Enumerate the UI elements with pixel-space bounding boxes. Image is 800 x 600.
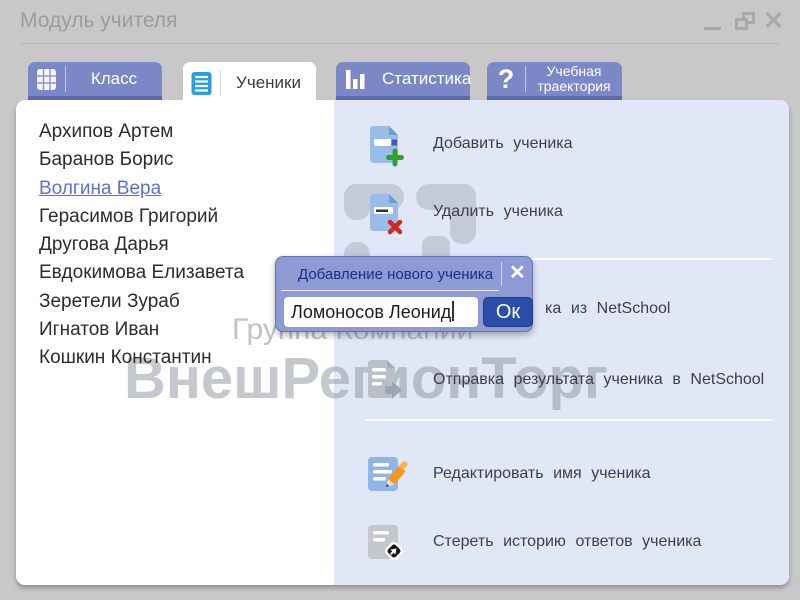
tab-trajectory[interactable]: ? Учебная траектория xyxy=(487,62,622,100)
tab-class-label: Класс xyxy=(74,69,154,89)
tab-separator xyxy=(525,66,526,92)
tab-statistics-label: Статистика xyxy=(382,69,471,89)
list-item[interactable]: Архипов Артем xyxy=(39,118,244,146)
close-icon[interactable]: ✕ xyxy=(763,8,784,34)
actions-divider xyxy=(365,419,772,421)
student-list: Архипов Артем Баранов Борис Волгина Вера… xyxy=(39,118,244,373)
ok-button[interactable]: Ок xyxy=(483,297,533,327)
list-item[interactable]: Герасимов Григорий xyxy=(39,203,244,231)
add-student-dialog: Добавление нового ученика ✕ Ломоносов Ле… xyxy=(275,256,533,332)
tab-statistics[interactable]: Статистика xyxy=(336,62,470,100)
tab-separator xyxy=(220,70,221,96)
dialog-close-icon[interactable]: ✕ xyxy=(509,260,526,285)
add-student-action[interactable]: Добавить ученика xyxy=(433,135,573,153)
bar-chart-icon xyxy=(344,66,366,92)
tab-class[interactable]: Класс xyxy=(28,62,162,100)
edit-name-icon[interactable] xyxy=(366,453,408,497)
erase-history-icon[interactable] xyxy=(366,521,408,565)
restore-icon[interactable] xyxy=(735,12,757,31)
list-item-selected[interactable]: Волгина Вера xyxy=(39,175,244,203)
list-item[interactable]: Другова Дарья xyxy=(39,231,244,259)
send-result-action[interactable]: Отправка результата ученика в NetSchool xyxy=(433,371,764,389)
tab-separator xyxy=(65,66,66,92)
load-from-netschool-action[interactable]: ка из NetSchool xyxy=(545,300,670,318)
list-item[interactable]: Евдокимова Елизавета xyxy=(39,259,244,287)
restore-square-front xyxy=(735,18,748,30)
tab-students-label: Ученики xyxy=(229,73,308,93)
new-student-name-input[interactable]: Ломоносов Леонид xyxy=(284,297,478,327)
send-result-icon[interactable] xyxy=(366,358,406,402)
tab-trajectory-label: Учебная траектория xyxy=(534,64,614,94)
list-icon xyxy=(191,71,212,96)
text-caret xyxy=(452,301,454,321)
titlebar-divider xyxy=(20,43,780,44)
delete-student-action[interactable]: Удалить ученика xyxy=(433,203,563,221)
input-value: Ломоносов Леонид xyxy=(291,302,451,322)
dialog-close-separator xyxy=(501,262,502,286)
erase-history-action[interactable]: Стереть историю ответов ученика xyxy=(433,533,701,551)
list-item[interactable]: Баранов Борис xyxy=(39,146,244,174)
list-item[interactable]: Кошкин Константин xyxy=(39,344,244,372)
list-item[interactable]: Игнатов Иван xyxy=(39,316,244,344)
page-title: Модуль учителя xyxy=(20,9,177,33)
list-item[interactable]: Зеретели Зураб xyxy=(39,288,244,316)
minimize-icon[interactable] xyxy=(704,27,721,30)
delete-student-icon[interactable] xyxy=(368,192,408,236)
dialog-title: Добавление нового ученика xyxy=(298,266,493,283)
dialog-header-divider xyxy=(281,290,499,291)
tab-students[interactable]: Ученики xyxy=(183,62,316,104)
edit-name-action[interactable]: Редактировать имя ученика xyxy=(433,465,651,483)
add-student-icon[interactable] xyxy=(368,124,408,168)
grid-icon xyxy=(36,67,57,92)
question-icon: ? xyxy=(495,64,517,95)
